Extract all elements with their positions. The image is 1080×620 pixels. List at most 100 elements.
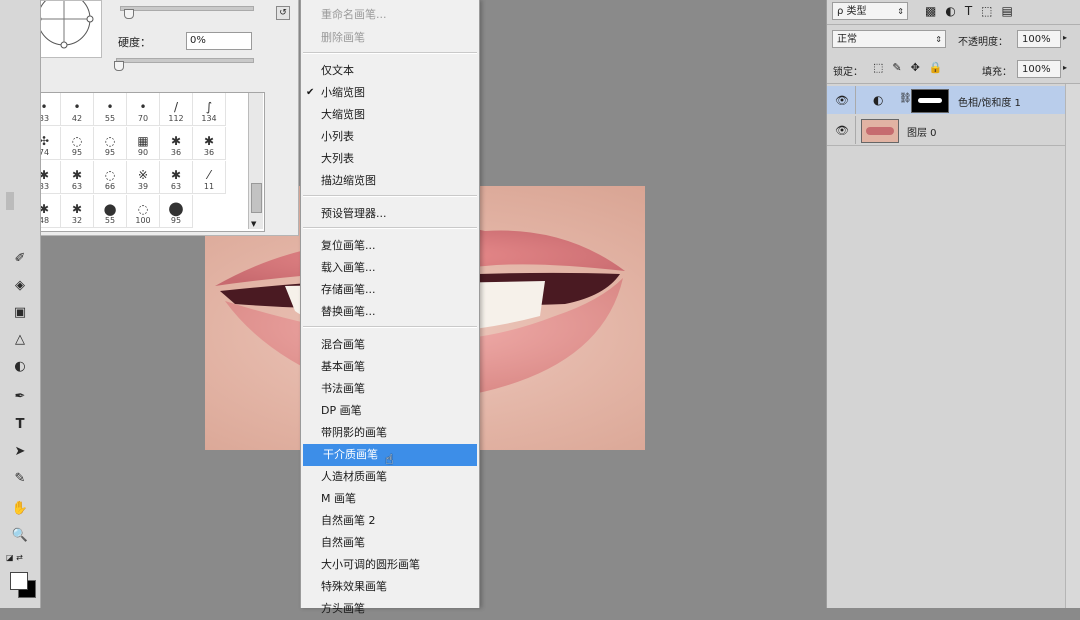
brush-preset[interactable]: ✱ 63 bbox=[160, 161, 193, 194]
layers-panel: ρ 类型 ⇕ ▩ ◐ T ⬚ ▤ 正常 ⇕ 不透明度： 100% ▸ 锁定： ⬚… bbox=[826, 0, 1080, 608]
filter-type-icon[interactable]: T bbox=[965, 4, 972, 18]
filter-smart-object-icon[interactable]: ▤ bbox=[1002, 4, 1013, 18]
menu-item[interactable]: 仅文本 bbox=[301, 60, 479, 82]
menu-item[interactable]: 大小可调的圆形画笔 bbox=[301, 554, 479, 576]
brush-grid-scrollbar[interactable]: ▼ bbox=[248, 93, 263, 229]
dodge-icon[interactable]: ◐ bbox=[10, 356, 30, 376]
brush-preset[interactable]: ※ 39 bbox=[127, 161, 160, 194]
brush-preset[interactable]: ⁄ 11 bbox=[193, 161, 226, 194]
brush-preset[interactable]: • 42 bbox=[61, 93, 94, 126]
menu-item[interactable]: 人造材质画笔 bbox=[301, 466, 479, 488]
scroll-down-icon[interactable]: ▼ bbox=[251, 220, 256, 228]
filter-kind-select[interactable]: ρ 类型 ⇕ bbox=[832, 2, 908, 20]
menu-item[interactable]: 复位画笔... bbox=[301, 235, 479, 257]
size-slider[interactable] bbox=[120, 6, 254, 11]
divider bbox=[827, 145, 1065, 146]
menu-item[interactable]: DP 画笔 bbox=[301, 400, 479, 422]
menu-item[interactable]: 混合画笔 bbox=[301, 334, 479, 356]
menu-item[interactable]: 预设管理器... bbox=[301, 203, 479, 225]
lock-all-icon[interactable]: 🔒 bbox=[929, 61, 943, 74]
fill-dropdown-icon[interactable]: ▸ bbox=[1063, 63, 1067, 72]
divider bbox=[855, 86, 856, 114]
brush-preset[interactable]: ▦ 90 bbox=[127, 127, 160, 160]
hardness-input[interactable]: 0% bbox=[186, 32, 252, 50]
menu-item[interactable]: 大缩览图 bbox=[301, 104, 479, 126]
type-icon[interactable]: T bbox=[10, 414, 30, 434]
brush-preset[interactable]: ◌ 95 bbox=[94, 127, 127, 160]
menu-item[interactable]: 自然画笔 2 bbox=[301, 510, 479, 532]
visibility-eye-icon[interactable]: 👁 bbox=[835, 94, 849, 107]
hardness-slider-knob[interactable] bbox=[114, 61, 124, 71]
menu-item: 重命名画笔... bbox=[321, 8, 387, 21]
layer-row-hue-saturation[interactable]: 👁 ◐ ⛓ 色相/饱和度 1 bbox=[827, 86, 1065, 114]
blur-icon[interactable]: △ bbox=[10, 329, 30, 349]
menu-separator bbox=[303, 52, 477, 54]
brush-preset[interactable]: ◌ 95 bbox=[61, 127, 94, 160]
lock-transparent-icon[interactable]: ⬚ bbox=[873, 61, 883, 74]
brush-preset[interactable]: ● 95 bbox=[160, 195, 193, 228]
foreground-color-swatch[interactable] bbox=[10, 572, 28, 590]
brush-preset[interactable]: ◌ 66 bbox=[94, 161, 127, 194]
fill-input[interactable]: 100% bbox=[1017, 60, 1061, 78]
brush-tip-icon: • bbox=[106, 100, 114, 114]
brush-preset[interactable]: ✱ 63 bbox=[61, 161, 94, 194]
lock-image-icon[interactable]: ✎ bbox=[892, 61, 901, 74]
path-selection-icon[interactable]: ➤ bbox=[10, 441, 30, 461]
default-colors-icon[interactable]: ◪ ⇄ bbox=[6, 553, 23, 562]
menu-item[interactable]: 大列表 bbox=[301, 148, 479, 170]
zoom-icon[interactable]: 🔍 bbox=[10, 525, 30, 545]
menu-item[interactable]: 特殊效果画笔 bbox=[301, 576, 479, 598]
reset-size-icon[interactable]: ↺ bbox=[276, 6, 290, 20]
filter-adjustment-icon[interactable]: ◐ bbox=[945, 4, 955, 18]
brush-preset[interactable]: • 55 bbox=[94, 93, 127, 126]
brush-tip-icon: ◌ bbox=[104, 168, 116, 182]
layers-scrollbar[interactable] bbox=[1065, 84, 1080, 608]
brush-preset[interactable]: ∫ 134 bbox=[193, 93, 226, 126]
pen-icon[interactable]: ✒ bbox=[10, 386, 30, 406]
menu-item[interactable]: 描边缩览图 bbox=[301, 170, 479, 192]
menu-item[interactable]: 存储画笔... bbox=[301, 279, 479, 301]
layer-thumbnail[interactable] bbox=[861, 119, 899, 143]
hardness-slider[interactable] bbox=[116, 58, 254, 63]
menu-item[interactable]: 带阴影的画笔 bbox=[301, 422, 479, 444]
menu-item[interactable]: 载入画笔... bbox=[301, 257, 479, 279]
brush-preset[interactable]: • 70 bbox=[127, 93, 160, 126]
blend-mode-select[interactable]: 正常 ⇕ bbox=[832, 30, 946, 48]
brush-size-label: 36 bbox=[170, 148, 182, 157]
menu-item[interactable]: M 画笔 bbox=[301, 488, 479, 510]
menu-item[interactable]: 方头画笔 bbox=[301, 598, 479, 620]
brush-preset[interactable]: ◌ 100 bbox=[127, 195, 160, 228]
mask-link-icon[interactable]: ⛓ bbox=[899, 93, 912, 104]
menu-item[interactable]: 小列表 bbox=[301, 126, 479, 148]
filter-shape-icon[interactable]: ⬚ bbox=[981, 4, 992, 18]
visibility-eye-icon[interactable]: 👁 bbox=[835, 124, 849, 137]
brush-preset[interactable]: /112 bbox=[160, 93, 193, 126]
layer-row-layer-0[interactable]: 👁 图层 0 bbox=[827, 116, 1065, 144]
hand-icon[interactable]: ✋ bbox=[10, 498, 30, 518]
scrollbar-thumb[interactable] bbox=[251, 183, 262, 213]
gradient-icon[interactable]: ▣ bbox=[10, 302, 30, 322]
menu-item[interactable]: 自然画笔 bbox=[301, 532, 479, 554]
eraser-icon[interactable]: ◈ bbox=[10, 275, 30, 295]
history-brush-icon[interactable]: ✐ bbox=[10, 248, 30, 268]
brush-preset[interactable]: ✱ 32 bbox=[61, 195, 94, 228]
size-slider-knob[interactable] bbox=[124, 9, 134, 19]
menu-item[interactable]: 书法画笔 bbox=[301, 378, 479, 400]
shape-icon[interactable]: ✎ bbox=[10, 468, 30, 488]
menu-item[interactable]: 基本画笔 bbox=[301, 356, 479, 378]
brush-size-label: 70 bbox=[137, 114, 149, 123]
toolbar-grip[interactable] bbox=[6, 192, 14, 210]
filter-pixel-icon[interactable]: ▩ bbox=[925, 4, 936, 18]
menu-item[interactable]: 小缩览图 bbox=[301, 82, 479, 104]
blend-mode-value: 正常 bbox=[837, 34, 857, 45]
layer-mask-thumbnail[interactable] bbox=[911, 89, 949, 113]
lock-icons: ⬚ ✎ ✥ 🔒 bbox=[873, 61, 943, 74]
brush-preset[interactable]: ● 55 bbox=[94, 195, 127, 228]
opacity-dropdown-icon[interactable]: ▸ bbox=[1063, 33, 1067, 42]
lock-position-icon[interactable]: ✥ bbox=[911, 61, 920, 74]
opacity-input[interactable]: 100% bbox=[1017, 30, 1061, 48]
brush-preset[interactable]: ✱ 36 bbox=[160, 127, 193, 160]
menu-item[interactable]: 替换画笔... bbox=[301, 301, 479, 323]
layer-name: 图层 0 bbox=[907, 128, 937, 139]
brush-preset[interactable]: ✱ 36 bbox=[193, 127, 226, 160]
